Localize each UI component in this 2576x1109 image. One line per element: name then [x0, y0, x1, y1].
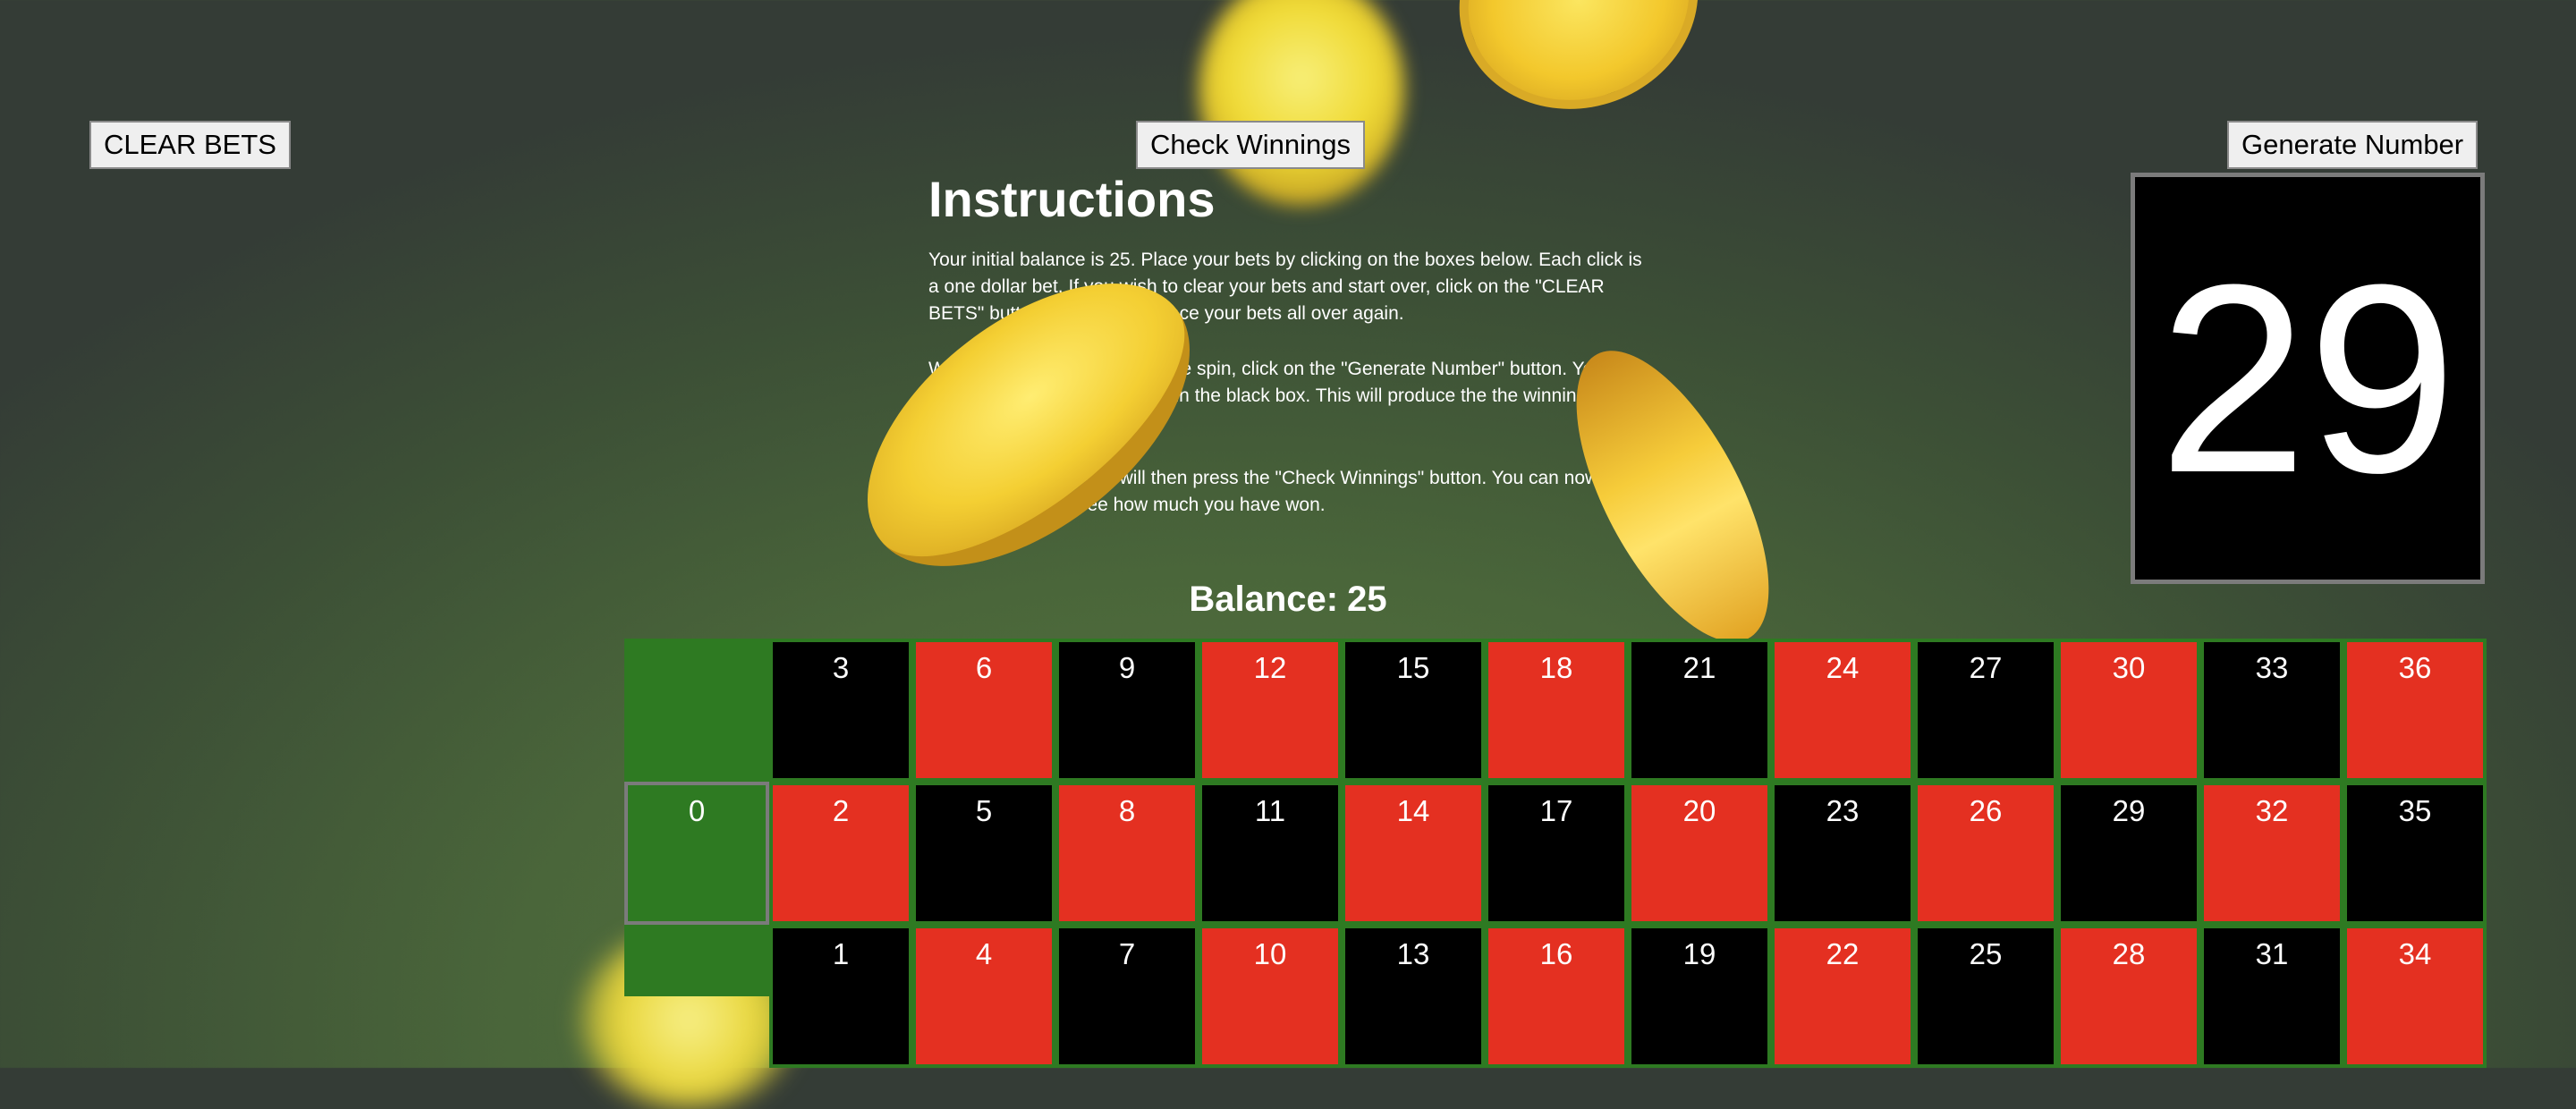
instructions-title: Instructions: [928, 171, 1216, 227]
bet-cell-23[interactable]: 23: [1771, 782, 1914, 925]
bet-cell-1[interactable]: 1: [769, 925, 912, 1068]
bet-cell-2[interactable]: 2: [769, 782, 912, 925]
bet-cell-5[interactable]: 5: [912, 782, 1055, 925]
generate-number-button[interactable]: Generate Number: [2227, 121, 2479, 169]
bet-cell-7[interactable]: 7: [1055, 925, 1199, 1068]
bet-cell-32[interactable]: 32: [2200, 782, 2343, 925]
bet-cell-9[interactable]: 9: [1055, 639, 1199, 782]
coin-image: [1428, 0, 1729, 142]
bet-cell-17[interactable]: 17: [1485, 782, 1628, 925]
balance-label: Balance:: [1189, 580, 1339, 619]
bet-cell-26[interactable]: 26: [1914, 782, 2057, 925]
bet-cell-8[interactable]: 8: [1055, 782, 1199, 925]
bet-cell-12[interactable]: 12: [1199, 639, 1342, 782]
winning-number: 29: [2158, 228, 2457, 529]
bet-cell-24[interactable]: 24: [1771, 639, 1914, 782]
bet-cell-25[interactable]: 25: [1914, 925, 2057, 1068]
bet-cell-13[interactable]: 13: [1342, 925, 1485, 1068]
balance-value: 25: [1347, 580, 1387, 619]
check-winnings-button[interactable]: Check Winnings: [1136, 121, 1365, 169]
bet-cell-22[interactable]: 22: [1771, 925, 1914, 1068]
bet-cell-34[interactable]: 34: [2343, 925, 2487, 1068]
bet-cell-27[interactable]: 27: [1914, 639, 2057, 782]
bet-cell-31[interactable]: 31: [2200, 925, 2343, 1068]
bet-cell-18[interactable]: 18: [1485, 639, 1628, 782]
bet-cell-29[interactable]: 29: [2057, 782, 2200, 925]
bet-cell-6[interactable]: 6: [912, 639, 1055, 782]
bet-cell-33[interactable]: 33: [2200, 639, 2343, 782]
bet-cell-4[interactable]: 4: [912, 925, 1055, 1068]
bet-cell-36[interactable]: 36: [2343, 639, 2487, 782]
winning-number-box: 29: [2131, 173, 2485, 584]
bet-cell-21[interactable]: 21: [1628, 639, 1771, 782]
bet-cell-11[interactable]: 11: [1199, 782, 1342, 925]
bet-cell-20[interactable]: 20: [1628, 782, 1771, 925]
bet-cell-0[interactable]: 0: [624, 782, 769, 925]
balance-display: Balance: 25: [1073, 580, 1503, 620]
bet-cell-15[interactable]: 15: [1342, 639, 1485, 782]
bet-cell-30[interactable]: 30: [2057, 639, 2200, 782]
zero-column-filler: [624, 925, 769, 996]
bet-cell-35[interactable]: 35: [2343, 782, 2487, 925]
clear-bets-button[interactable]: CLEAR BETS: [89, 121, 291, 169]
bet-cell-16[interactable]: 16: [1485, 925, 1628, 1068]
bet-cell-28[interactable]: 28: [2057, 925, 2200, 1068]
bet-cell-14[interactable]: 14: [1342, 782, 1485, 925]
zero-column-filler: [624, 639, 769, 782]
bet-cell-10[interactable]: 10: [1199, 925, 1342, 1068]
bet-cell-3[interactable]: 3: [769, 639, 912, 782]
bet-cell-19[interactable]: 19: [1628, 925, 1771, 1068]
